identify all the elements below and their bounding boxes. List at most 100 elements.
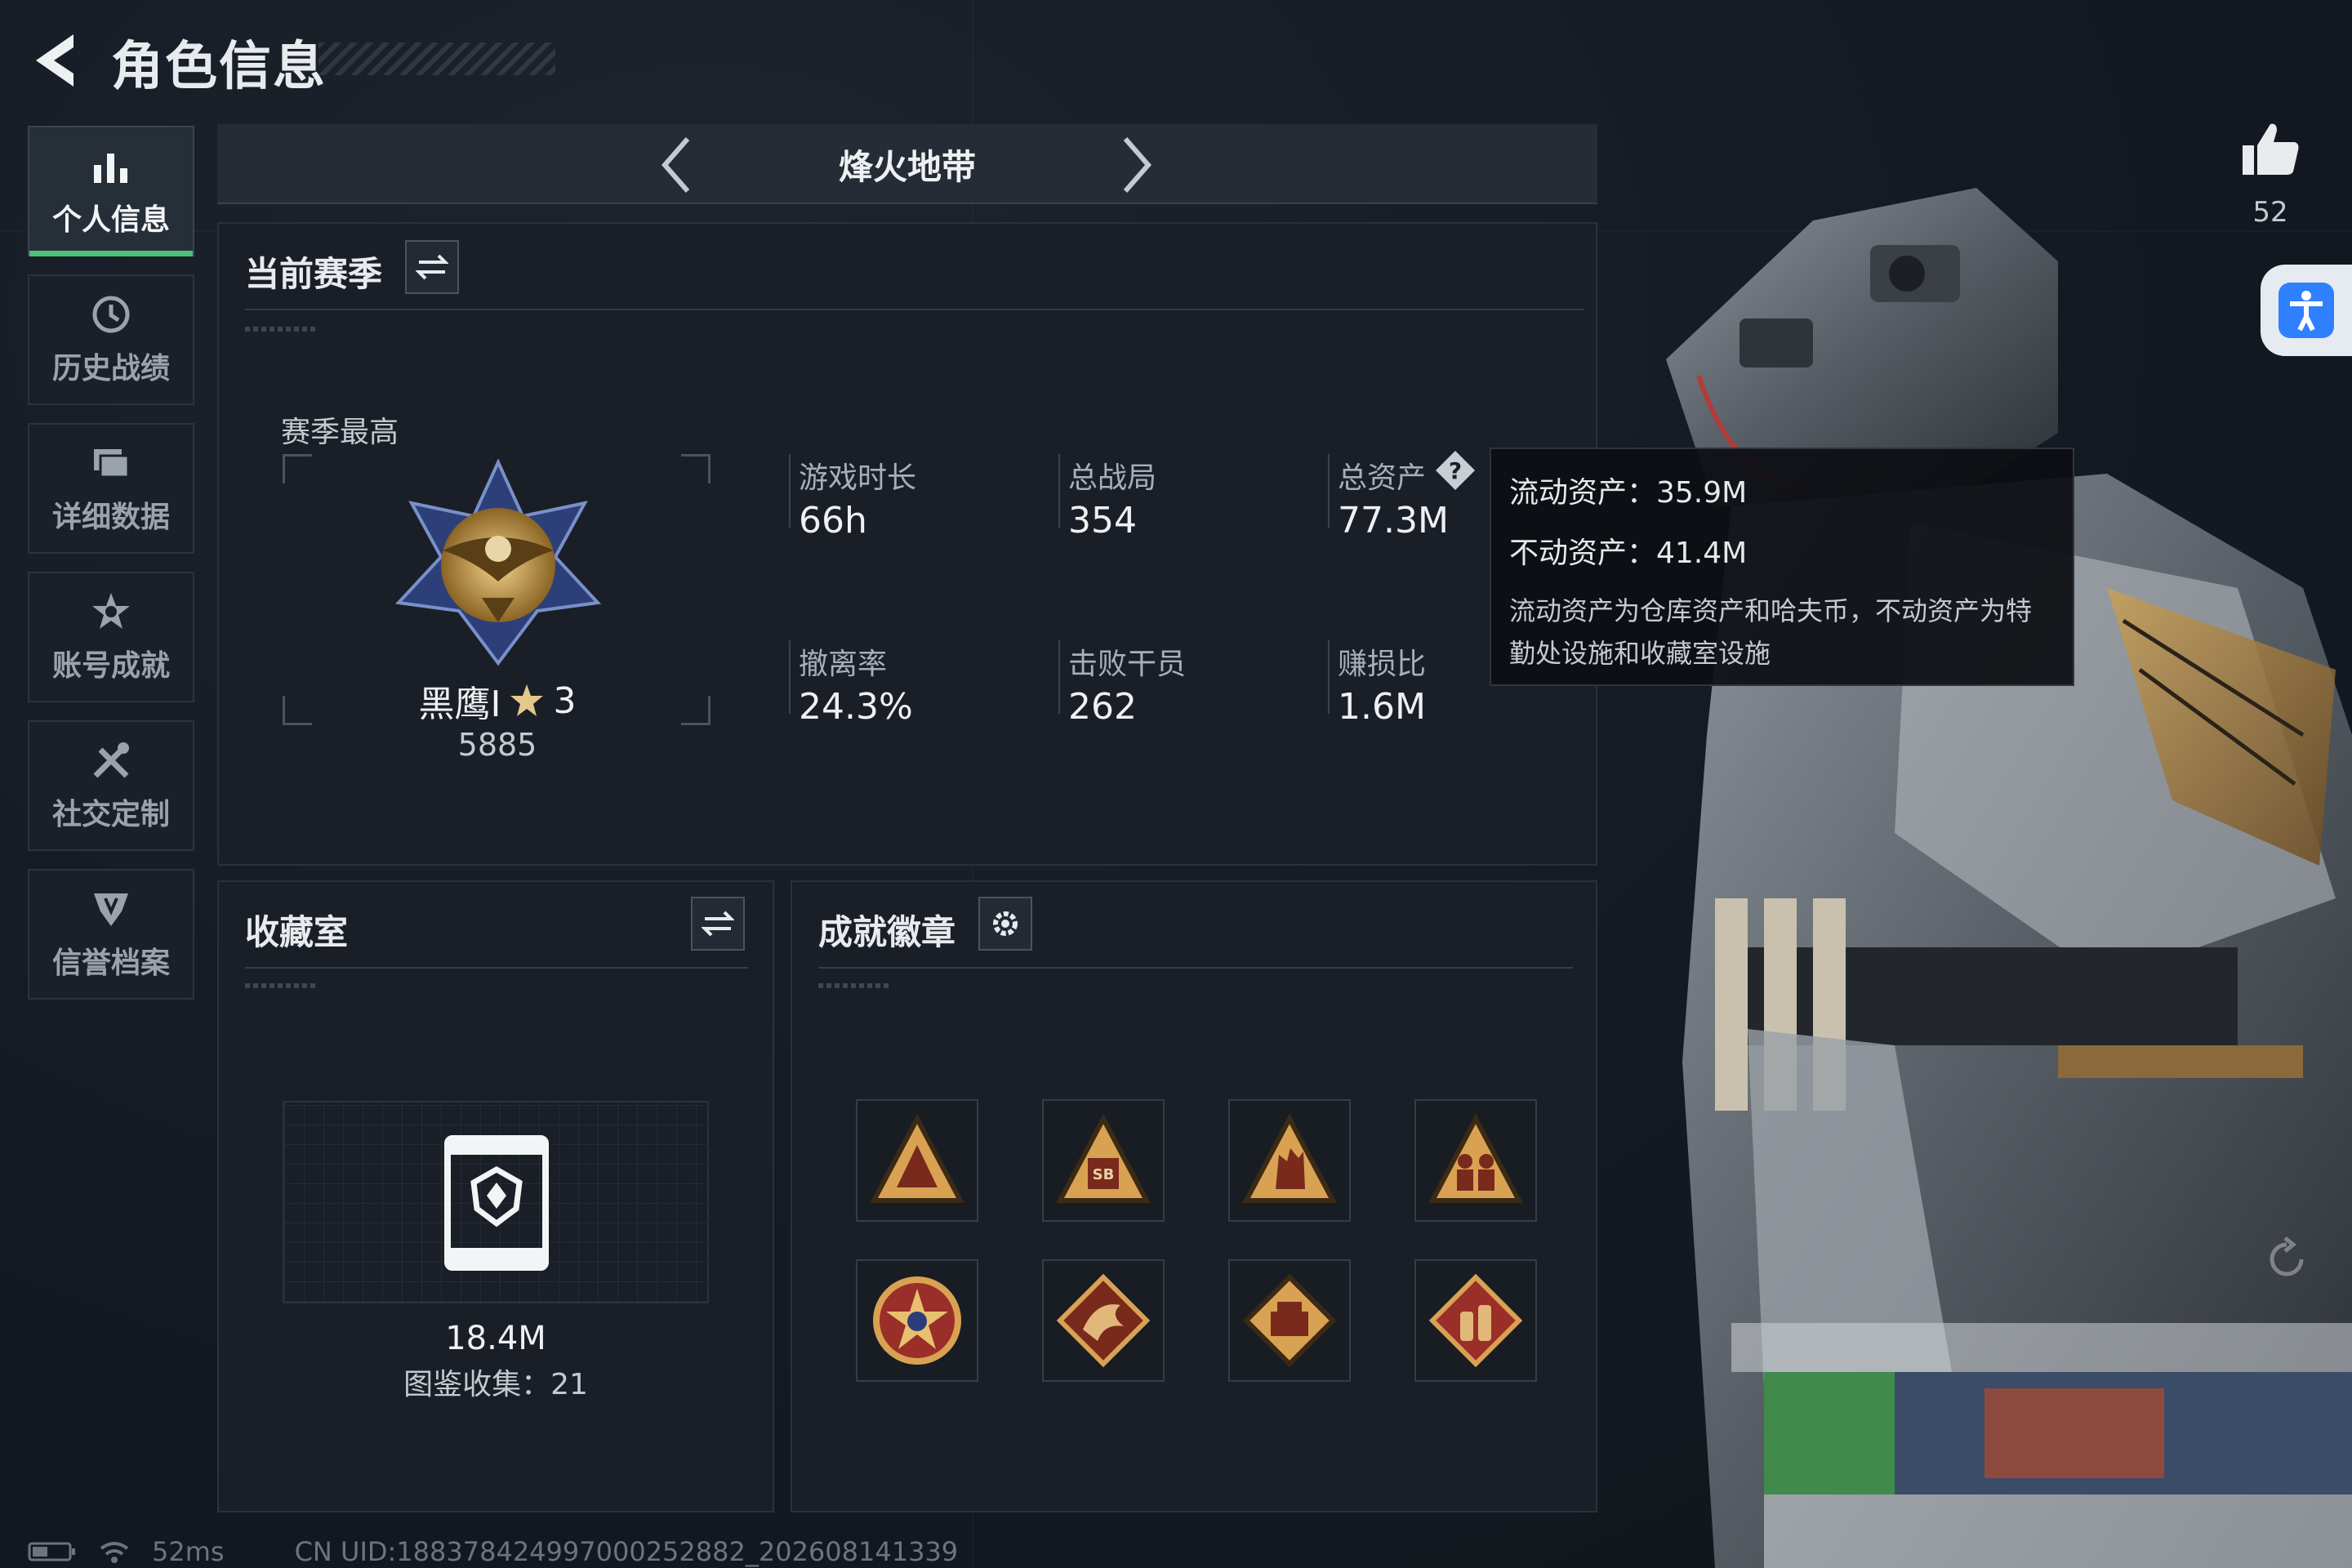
back-button[interactable] bbox=[24, 28, 90, 93]
rotate-model-button[interactable] bbox=[2261, 1233, 2313, 1285]
stat-value-profit-ratio: 1.6M bbox=[1338, 686, 1426, 728]
assets-tooltip: 流动资产：35.9M 不动资产：41.4M 流动资产为仓库资产和哈夫币，不动资产… bbox=[1490, 448, 2074, 686]
diamond-printer-badge-icon bbox=[1242, 1273, 1337, 1368]
svg-text:SB: SB bbox=[1093, 1166, 1115, 1183]
triangle-soldiers-badge-icon bbox=[1428, 1113, 1523, 1203]
rank-stars-count: 3 bbox=[553, 679, 577, 722]
stat-value-matches: 354 bbox=[1068, 500, 1137, 541]
triangle-hands-badge-icon bbox=[870, 1113, 964, 1203]
sidebar-item-label: 社交定制 bbox=[51, 798, 170, 831]
black-hawk-rank-icon bbox=[394, 458, 602, 666]
character-model[interactable] bbox=[1601, 163, 2352, 1568]
wifi-icon bbox=[100, 1542, 129, 1563]
shield-emblem-icon bbox=[94, 893, 128, 926]
badge-triangle-sb[interactable]: SB bbox=[1042, 1099, 1165, 1222]
badge-triangle-hands[interactable] bbox=[856, 1099, 978, 1222]
stat-label-matches: 总战局 bbox=[1068, 461, 1157, 495]
bar-chart-icon bbox=[94, 154, 127, 183]
stat-value-kills: 262 bbox=[1068, 686, 1137, 728]
stat-value-total-assets: 77.3M bbox=[1338, 500, 1449, 541]
stat-divider bbox=[789, 454, 791, 528]
page-title: 角色信息 bbox=[111, 37, 327, 97]
rank-name: 黑鹰I bbox=[418, 684, 501, 725]
divider-dots bbox=[818, 983, 892, 988]
frame-corner bbox=[681, 454, 710, 483]
stat-value-extract-rate: 24.3% bbox=[799, 686, 913, 728]
rank-star-icon bbox=[510, 684, 544, 716]
sidebar-item-social[interactable]: 社交定制 bbox=[28, 720, 194, 851]
badge-diamond-printer[interactable] bbox=[1228, 1259, 1351, 1382]
stat-divider bbox=[1328, 640, 1330, 714]
badges-panel-title: 成就徽章 bbox=[818, 912, 956, 952]
like-button[interactable] bbox=[2238, 118, 2303, 183]
accessibility-icon bbox=[2278, 283, 2334, 338]
tooltip-description: 流动资产为仓库资产和哈夫币，不动资产为特勤处设施和收藏室设施 bbox=[1509, 595, 2033, 669]
stat-label-total-assets: 总资产 bbox=[1338, 461, 1427, 495]
badge-triangle-fist[interactable] bbox=[1228, 1099, 1351, 1222]
divider bbox=[245, 967, 748, 969]
assets-help-button[interactable]: ? bbox=[1434, 449, 1477, 492]
stat-divider bbox=[1328, 454, 1330, 528]
stat-divider bbox=[1058, 454, 1060, 528]
collection-switch-button[interactable] bbox=[691, 897, 745, 951]
rank-name-row: 黑鹰I 3 bbox=[281, 675, 714, 727]
accessibility-button[interactable] bbox=[2261, 265, 2352, 356]
badges-settings-button[interactable] bbox=[978, 897, 1032, 951]
divider bbox=[818, 967, 1573, 969]
stat-divider bbox=[789, 640, 791, 714]
sidebar-item-detailed-data[interactable]: 详细数据 bbox=[28, 423, 194, 554]
season-panel-title: 当前赛季 bbox=[245, 254, 383, 294]
frame-corner bbox=[283, 454, 312, 483]
star-emblem-badge-icon bbox=[873, 1276, 961, 1365]
badge-diamond-bottles[interactable] bbox=[1414, 1259, 1537, 1382]
sidebar-item-label: 信誉档案 bbox=[51, 947, 170, 980]
thumbs-up-icon bbox=[2243, 123, 2299, 175]
diamond-bottles-badge-icon bbox=[1428, 1273, 1523, 1368]
tools-icon bbox=[93, 742, 129, 778]
collection-panel-title: 收藏室 bbox=[245, 912, 349, 952]
sidebar-item-label: 个人信息 bbox=[51, 203, 170, 237]
achievement-star-icon bbox=[92, 593, 130, 629]
tooltip-fixed-assets: 不动资产：41.4M bbox=[1509, 537, 1748, 570]
divider-dots bbox=[245, 983, 318, 988]
sidebar-item-personal-info[interactable]: 个人信息 bbox=[28, 126, 194, 256]
sidebar-item-label: 历史战绩 bbox=[51, 352, 170, 385]
collection-display[interactable] bbox=[283, 1101, 709, 1303]
sidebar-item-achievements[interactable]: 账号成就 bbox=[28, 572, 194, 702]
badge-triangle-soldiers[interactable] bbox=[1414, 1099, 1537, 1222]
triangle-fist-badge-icon bbox=[1242, 1113, 1337, 1203]
rank-score: 5885 bbox=[457, 727, 537, 763]
battery-icon bbox=[28, 1542, 75, 1561]
stat-label-kills: 击败干员 bbox=[1068, 648, 1187, 681]
stat-label-playtime: 游戏时长 bbox=[799, 461, 917, 495]
triangle-sb-badge-icon: SB bbox=[1056, 1113, 1151, 1203]
diamond-dragon-badge-icon bbox=[1056, 1273, 1151, 1368]
season-switch-button[interactable] bbox=[405, 240, 459, 294]
mode-next-button[interactable] bbox=[1102, 131, 1168, 199]
badge-diamond-dragon[interactable] bbox=[1042, 1259, 1165, 1382]
tooltip-liquid-assets: 流动资产：35.9M bbox=[1509, 476, 1748, 510]
badge-star-emblem[interactable] bbox=[856, 1259, 978, 1382]
back-arrow-icon bbox=[36, 34, 74, 87]
gear-icon bbox=[993, 911, 1018, 936]
rank-emblem[interactable] bbox=[384, 458, 612, 671]
question-diamond-icon: ? bbox=[1436, 451, 1475, 490]
chevron-right-icon bbox=[1123, 137, 1152, 193]
chevron-left-icon bbox=[662, 137, 690, 193]
ping-value: 52ms bbox=[152, 1536, 225, 1567]
history-clock-icon bbox=[92, 296, 130, 333]
divider bbox=[245, 309, 1584, 310]
sidebar-item-history[interactable]: 历史战绩 bbox=[28, 274, 194, 405]
stat-label-profit-ratio: 赚损比 bbox=[1338, 648, 1427, 681]
rotate-icon bbox=[2270, 1236, 2304, 1276]
mode-prev-button[interactable] bbox=[645, 131, 710, 199]
svg-text:?: ? bbox=[1449, 457, 1462, 484]
sidebar-item-reputation[interactable]: 信誉档案 bbox=[28, 869, 194, 1000]
collection-value: 18.4M bbox=[445, 1320, 546, 1357]
mode-title: 烽火地带 bbox=[838, 146, 976, 187]
season-best-label: 赛季最高 bbox=[281, 416, 399, 449]
status-bar: 52ms CN UID:188378424997000252882_202608… bbox=[28, 1535, 958, 1568]
divider-dots bbox=[245, 327, 318, 332]
swap-arrows-icon bbox=[416, 254, 448, 280]
stat-value-playtime: 66h bbox=[799, 500, 867, 541]
